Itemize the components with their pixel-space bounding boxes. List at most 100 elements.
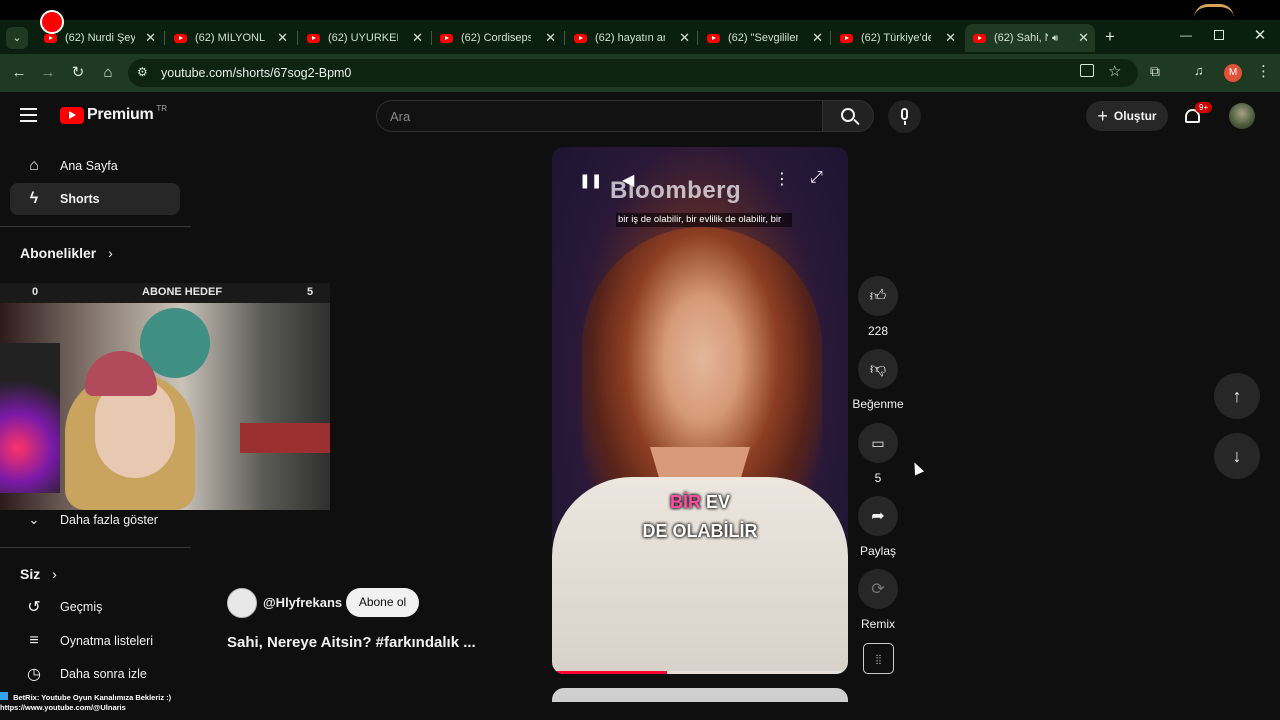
account-avatar[interactable] xyxy=(1229,103,1255,129)
you-heading[interactable]: Siz › xyxy=(20,566,57,582)
profile-letter: M xyxy=(1228,67,1238,78)
youtube-favicon-icon xyxy=(44,33,57,43)
subscribe-label: Abone ol xyxy=(358,595,407,609)
youtube-favicon-icon xyxy=(307,33,320,43)
tab-close-icon[interactable]: ✕ xyxy=(412,30,423,46)
tab-title: (62) hayatın anla xyxy=(595,32,665,44)
notification-count: 9+ xyxy=(1199,103,1209,112)
subscriptions-label: Abonelikler xyxy=(20,245,97,261)
forward-button[interactable]: → xyxy=(37,62,59,84)
sound-thumbnail[interactable]: ⦙⦙ xyxy=(863,643,894,674)
goal-current: 0 xyxy=(32,286,39,298)
sidebar-item-playlists[interactable]: ≡ Oynatma listeleri xyxy=(10,625,180,657)
browser-tab[interactable]: (62) UYURKEN b ✕ xyxy=(299,24,429,52)
tab-title: (62) Nurdi Şeytan xyxy=(65,32,135,44)
region-code: TR xyxy=(156,103,168,113)
remix-button[interactable]: ⟳ Remix xyxy=(858,569,898,631)
restore-button[interactable] xyxy=(1214,30,1224,40)
caption-word: EV xyxy=(706,492,731,512)
share-button[interactable]: ➦ Paylaş xyxy=(858,496,898,558)
bookmark-star-icon[interactable]: ☆ xyxy=(1108,62,1121,80)
search-button[interactable] xyxy=(822,100,874,132)
tab-close-icon[interactable]: ✕ xyxy=(545,30,556,46)
browser-tab[interactable]: (62) Cordiseps - ✕ xyxy=(432,24,562,52)
media-controls-icon[interactable]: ♫ xyxy=(1194,63,1204,78)
home-button[interactable]: ⌂ xyxy=(97,62,119,84)
video-progress-bar[interactable] xyxy=(552,671,848,674)
tab-close-icon[interactable]: ✕ xyxy=(277,30,288,46)
browser-tab[interactable]: (62) MİLYONLAR ✕ xyxy=(166,24,294,52)
next-short-button[interactable]: ↓ xyxy=(1214,433,1260,479)
url-text[interactable]: youtube.com/shorts/67sog2-Bpm0 xyxy=(161,66,351,80)
create-button[interactable]: + Oluştur xyxy=(1086,101,1168,131)
browser-menu-icon[interactable]: ⋮ xyxy=(1256,62,1271,80)
sidebar-item-watch-later[interactable]: ◷ Daha sonra izle xyxy=(10,658,180,690)
back-button[interactable]: ← xyxy=(8,62,30,84)
youtube-logo[interactable]: Premium TR xyxy=(60,103,168,124)
next-short-thumbnail[interactable] xyxy=(552,688,848,702)
notifications-button[interactable]: 9+ xyxy=(1183,102,1213,128)
chevron-right-icon: › xyxy=(52,566,57,582)
sidebar-label: Geçmiş xyxy=(60,600,103,614)
sidebar-label: Daha sonra izle xyxy=(60,667,147,681)
voice-search-button[interactable] xyxy=(888,100,921,133)
tab-close-icon[interactable]: ✕ xyxy=(945,30,956,46)
extensions-icon[interactable]: ⧉ xyxy=(1150,63,1160,80)
webcam-overlay: 0 ABONE HEDEF 5 xyxy=(0,283,330,510)
caption-line-2: DE OLABİLİR xyxy=(642,521,758,541)
microphone-icon xyxy=(901,108,908,120)
more-options-icon[interactable]: ⋮ xyxy=(774,169,790,189)
subscriptions-heading[interactable]: Abonelikler › xyxy=(20,245,113,261)
thumbs-down-icon: 👎︎ xyxy=(869,360,887,378)
subscribe-button[interactable]: Abone ol xyxy=(346,588,419,617)
browser-tab-active[interactable]: (62) Sahi, Ne 🔊︎ ✕ xyxy=(965,24,1095,52)
youtube-favicon-icon xyxy=(440,33,453,43)
tab-search-button[interactable]: ⌄ xyxy=(6,27,28,49)
you-label: Siz xyxy=(20,566,41,582)
site-info-icon[interactable]: ⚙ xyxy=(137,65,148,79)
youtube-favicon-icon xyxy=(707,33,720,43)
goal-title: ABONE HEDEF xyxy=(142,286,223,298)
browser-tab[interactable]: (62) Türkiye'de e ✕ xyxy=(832,24,962,52)
tab-audio-icon[interactable]: 🔊︎ xyxy=(1052,33,1058,44)
hamburger-menu-icon[interactable] xyxy=(20,106,40,126)
youtube-favicon-icon xyxy=(174,33,187,43)
tab-close-icon[interactable]: ✕ xyxy=(145,30,156,46)
video-subtitle: bir iş de olabilir, bir evlilik de olabi… xyxy=(616,213,792,227)
minimize-button[interactable]: — xyxy=(1176,28,1196,42)
search-input[interactable]: Ara xyxy=(376,100,823,132)
channel-name[interactable]: @Hlyfrekans xyxy=(263,595,342,610)
channel-avatar[interactable] xyxy=(227,588,257,618)
comments-button[interactable]: ▭ 5 xyxy=(858,423,898,485)
new-tab-button[interactable]: + xyxy=(1100,27,1120,47)
install-app-icon[interactable] xyxy=(1080,64,1094,77)
dislike-button[interactable]: 👎︎ Beğenme xyxy=(852,349,904,411)
sidebar-item-shorts[interactable]: ϟ Shorts xyxy=(10,183,180,215)
previous-short-button[interactable]: ↑ xyxy=(1214,373,1260,419)
pause-icon[interactable]: ❚❚ xyxy=(579,172,602,189)
fullscreen-icon[interactable]: ⤢ xyxy=(810,169,823,187)
short-video-player[interactable]: Bloomberg bir iş de olabilir, bir evlili… xyxy=(552,147,848,674)
tab-close-icon[interactable]: ✕ xyxy=(1078,30,1089,46)
browser-tab[interactable]: (62) Nurdi Şeytan ✕ xyxy=(36,24,162,52)
browser-tab[interactable]: (62) hayatın anla ✕ xyxy=(566,24,696,52)
browser-tab[interactable]: (62) "Sevgililer G ✕ xyxy=(699,24,829,52)
comment-icon: ▭ xyxy=(871,434,885,451)
short-title[interactable]: Sahi, Nereye Aitsin? #farkındalık ... xyxy=(227,634,476,651)
sidebar-show-more[interactable]: ⌄ Daha fazla göster xyxy=(10,504,180,536)
tab-close-icon[interactable]: ✕ xyxy=(679,30,690,46)
thumbs-up-icon: 👍︎ xyxy=(869,287,887,305)
share-label: Paylaş xyxy=(859,544,897,558)
volume-icon[interactable]: ◀︎ xyxy=(622,170,634,190)
goal-target: 5 xyxy=(307,286,314,298)
reload-button[interactable]: ↻ xyxy=(67,62,89,84)
close-window-button[interactable]: ✕ xyxy=(1252,26,1268,44)
sidebar-item-home[interactable]: ⌂ Ana Sayfa xyxy=(10,150,180,182)
moon-ornament-icon xyxy=(1194,4,1234,18)
like-button[interactable]: 👍︎ 228 xyxy=(858,276,898,338)
sidebar-item-history[interactable]: ↺ Geçmiş xyxy=(10,591,180,623)
tab-close-icon[interactable]: ✕ xyxy=(812,30,823,46)
tab-title: (62) UYURKEN b xyxy=(328,32,398,44)
profile-avatar[interactable]: M xyxy=(1224,64,1242,82)
playlist-icon: ≡ xyxy=(29,632,39,649)
